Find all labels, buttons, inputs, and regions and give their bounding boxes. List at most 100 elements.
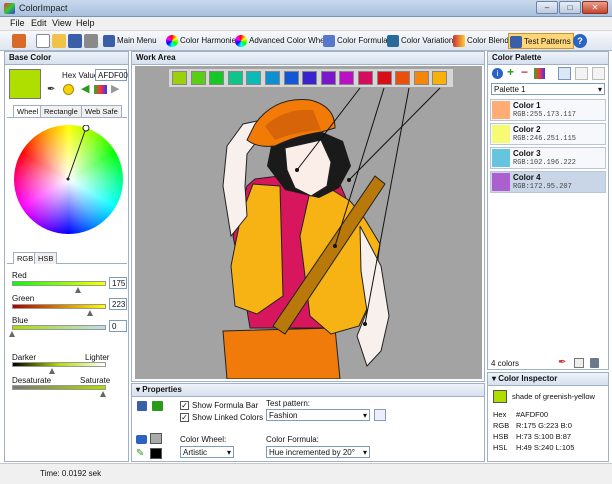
red-input[interactable]: 175 [109, 277, 127, 289]
hex-input[interactable]: AFDF00 [95, 69, 128, 81]
wheel-selector [66, 125, 90, 181]
test-patterns-button[interactable]: Test Patterns [508, 33, 574, 49]
saturation-slider-thumb[interactable] [100, 391, 106, 397]
base-color-header: Base Color [5, 52, 128, 65]
tab-hsb[interactable]: HSB [34, 252, 58, 264]
smiley-icon[interactable] [63, 84, 74, 95]
menu-view[interactable]: View [52, 18, 71, 28]
tab-wheel[interactable]: Wheel [13, 105, 43, 117]
inspector-swatch [493, 390, 507, 403]
show-linked-colors-checkbox[interactable]: ✓ [180, 413, 189, 422]
color-formula-select[interactable]: Hue incremented by 20° [266, 446, 370, 458]
blue-slider-thumb[interactable] [9, 331, 15, 337]
saturation-slider[interactable] [12, 385, 106, 390]
inspector-rgb-label: RGB [493, 421, 510, 430]
save-properties-icon[interactable] [137, 401, 147, 411]
menu-edit[interactable]: Edit [31, 18, 47, 28]
base-color-swatch[interactable] [9, 69, 41, 99]
arrow-right-icon[interactable]: ▶ [111, 84, 119, 95]
model-tabs: RGB HSB [7, 252, 127, 264]
main-menu-button[interactable]: Main Menu [102, 33, 159, 49]
paint-bucket-icon[interactable] [136, 435, 147, 444]
saturate-label: Saturate [80, 376, 111, 385]
menu-file[interactable]: File [10, 18, 25, 28]
test-pattern-canvas[interactable] [135, 66, 482, 379]
show-formula-bar-checkbox[interactable]: ✓ [180, 401, 189, 410]
test-pattern-select[interactable]: Fashion [266, 409, 370, 421]
wheel-tabs: Wheel Rectangle Web Safe [7, 105, 127, 118]
pencil-icon[interactable]: ✎ [136, 449, 146, 459]
palette-item-1[interactable]: Color 1 RGB:255.173.117 [490, 99, 606, 121]
color-variations-button[interactable]: Color Variations [386, 33, 459, 49]
color-formulae-button[interactable]: Color Formulae [322, 33, 394, 49]
eyedropper-icon[interactable]: ✒ [47, 85, 57, 95]
blue-slider[interactable] [12, 325, 106, 330]
delete-icon[interactable] [590, 358, 599, 368]
remove-color-icon[interactable]: − [521, 66, 528, 78]
main-menu-icon [103, 35, 115, 47]
arrow-left-icon[interactable]: ◀ [81, 84, 89, 95]
pick-color-icon[interactable]: ✒ [558, 358, 566, 368]
desaturate-label: Desaturate [12, 376, 52, 385]
detail-view-icon[interactable] [575, 67, 588, 80]
inspector-hex-label: Hex [493, 410, 507, 419]
open-folder-icon[interactable] [52, 34, 66, 48]
red-slider[interactable] [12, 281, 106, 286]
lightness-slider[interactable] [12, 362, 106, 367]
green-input[interactable]: 223 [109, 298, 127, 310]
menu-bar: File Edit View Help [0, 17, 612, 31]
tile-view-icon[interactable] [592, 67, 605, 80]
lightness-slider-thumb[interactable] [49, 368, 55, 374]
palette-item-4[interactable]: Color 4 RGB:172.95.207 [490, 171, 606, 193]
window-title: ColorImpact [19, 3, 68, 13]
advanced-wheel-button[interactable]: Advanced Color Wheel [234, 33, 333, 49]
new-file-icon[interactable] [36, 34, 50, 48]
list-view-icon[interactable] [558, 67, 571, 80]
color-harmonies-icon [166, 35, 178, 47]
maximize-button[interactable]: □ [559, 1, 581, 14]
status-bar: Time: 0.0192 sek [0, 463, 612, 484]
color-1-rgb: RGB:255.173.117 [513, 111, 577, 119]
color-harmonies-button[interactable]: Color Harmonies [165, 33, 242, 49]
foreground-color-swatch[interactable] [150, 448, 162, 459]
help-icon[interactable]: ? [573, 34, 587, 48]
save-icon[interactable] [68, 34, 82, 48]
inspector-hsl-value: H:49 S:240 L:105 [516, 443, 575, 452]
link-arrow-icon[interactable] [152, 401, 163, 411]
color-4-rgb: RGB:172.95.207 [513, 183, 572, 191]
status-time: Time: 0.0192 sek [40, 469, 102, 478]
color-harmonies-label: Color Harmonies [180, 36, 241, 45]
palette-select[interactable]: Palette 1 [491, 83, 605, 95]
color-1-name: Color 1 [513, 101, 541, 110]
palette-item-2[interactable]: Color 2 RGB:246.251.115 [490, 123, 606, 145]
color-3-rgb: RGB:102.196.222 [513, 159, 577, 167]
print-icon[interactable] [84, 34, 98, 48]
background-color-swatch[interactable] [150, 433, 162, 444]
darker-label: Darker [12, 353, 37, 362]
blender-icon [453, 35, 465, 47]
info-icon[interactable]: i [492, 68, 503, 79]
fashion-illustration [222, 87, 441, 379]
close-button[interactable]: ✕ [582, 1, 608, 14]
palette-grid-icon[interactable] [534, 68, 545, 79]
palette-item-3[interactable]: Color 3 RGB:102.196.222 [490, 147, 606, 169]
duplicate-icon[interactable] [574, 358, 584, 368]
inspector-hsb-value: H:73 S:100 B:87 [516, 432, 572, 441]
menu-help[interactable]: Help [76, 18, 95, 28]
minimize-button[interactable]: – [536, 1, 558, 14]
green-slider-thumb[interactable] [87, 310, 93, 316]
color-4-name: Color 4 [513, 173, 541, 182]
blue-input[interactable]: 0 [109, 320, 127, 332]
wizard-icon[interactable] [12, 34, 26, 48]
red-slider-thumb[interactable] [75, 287, 81, 293]
pattern-list-icon[interactable] [374, 409, 386, 421]
tab-rectangle[interactable]: Rectangle [40, 105, 82, 117]
color-2-rgb: RGB:246.251.115 [513, 135, 577, 143]
properties-title: Properties [142, 385, 182, 394]
app-icon [4, 3, 15, 14]
tab-web-safe[interactable]: Web Safe [81, 105, 122, 117]
add-color-icon[interactable]: + [507, 66, 514, 78]
green-slider[interactable] [12, 304, 106, 309]
color-wheel-select[interactable]: Artistic [180, 446, 234, 458]
swatches-icon[interactable] [94, 85, 107, 94]
